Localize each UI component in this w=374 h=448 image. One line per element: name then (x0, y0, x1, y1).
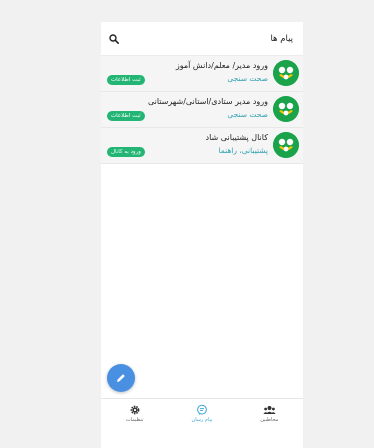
app-logo-icon (273, 96, 299, 122)
nav-messenger-label: پیام رسان (191, 416, 213, 423)
pencil-icon (117, 374, 125, 382)
app-logo-icon (273, 132, 299, 158)
register-info-button[interactable]: ثبت اطلاعات (107, 111, 145, 121)
join-channel-button[interactable]: ورود به کانال (107, 147, 145, 157)
bottom-navigation: تنظیمات پیام رسان مخاطبین (101, 398, 303, 427)
compose-button[interactable] (107, 364, 135, 392)
conversation-item[interactable]: کانال پشتیبانی شاد پشتیبانی، راهنما ورود… (101, 128, 303, 164)
conversation-subtitle: پشتیبانی، راهنما (218, 146, 268, 155)
nav-contacts-label: مخاطبین (260, 416, 279, 423)
chat-icon (197, 404, 207, 415)
conversation-item[interactable]: ورود مدیر/ معلم/دانش آموز صحت سنجی ثبت ا… (101, 56, 303, 92)
conversation-item[interactable]: ورود مدیر ستادی/استانی/شهرستانی صحت سنجی… (101, 92, 303, 128)
conversation-list: ورود مدیر/ معلم/دانش آموز صحت سنجی ثبت ا… (101, 56, 303, 164)
search-icon[interactable] (107, 32, 121, 46)
nav-contacts[interactable]: مخاطبین (236, 399, 303, 427)
app-header: پیام ها (101, 22, 303, 56)
nav-settings-label: تنظیمات (125, 416, 144, 423)
contacts-icon (263, 405, 276, 414)
app-logo-icon (273, 60, 299, 86)
conversation-name: ورود مدیر ستادی/استانی/شهرستانی (147, 97, 268, 106)
register-info-button[interactable]: ثبت اطلاعات (107, 75, 145, 85)
page-title: پیام ها (270, 33, 293, 44)
gear-icon (130, 405, 140, 414)
nav-settings[interactable]: تنظیمات (101, 399, 168, 427)
conversation-name: ورود مدیر/ معلم/دانش آموز (175, 61, 268, 70)
conversation-subtitle: صحت سنجی (227, 110, 268, 119)
conversation-name: کانال پشتیبانی شاد (205, 133, 268, 142)
app-screen: پیام ها ورود مدیر/ معلم/دانش آموز صحت سن… (101, 22, 303, 448)
nav-messenger[interactable]: پیام رسان (168, 399, 235, 427)
conversation-subtitle: صحت سنجی (227, 74, 268, 83)
